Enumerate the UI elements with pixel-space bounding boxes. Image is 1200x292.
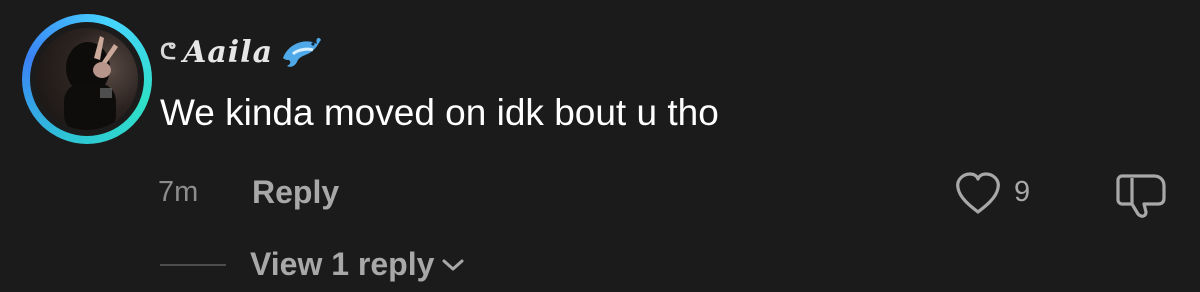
- username-prefix: ᕦ: [160, 39, 178, 65]
- avatar-image: [36, 28, 138, 130]
- comment-username[interactable]: ᕦ Aaila: [160, 32, 323, 72]
- like-count: 9: [1014, 176, 1031, 208]
- chevron-down-icon[interactable]: [440, 256, 466, 274]
- view-replies-button[interactable]: View 1 reply: [250, 246, 466, 283]
- avatar-ring[interactable]: [22, 14, 152, 144]
- reply-button[interactable]: Reply: [252, 174, 339, 211]
- avatar[interactable]: [30, 22, 144, 136]
- comment-timestamp: 7m: [158, 176, 199, 208]
- avatar-photo-icon: [64, 36, 118, 130]
- username-text[interactable]: Aaila: [183, 35, 273, 70]
- thumbs-down-outline-icon[interactable]: [1114, 170, 1172, 218]
- dolphin-emoji-icon: [283, 37, 322, 67]
- comment-text: We kinda moved on idk bout u tho: [160, 92, 719, 133]
- view-replies-label[interactable]: View 1 reply: [250, 246, 434, 283]
- replies-divider: [160, 264, 226, 266]
- heart-outline-icon[interactable]: [954, 172, 1002, 216]
